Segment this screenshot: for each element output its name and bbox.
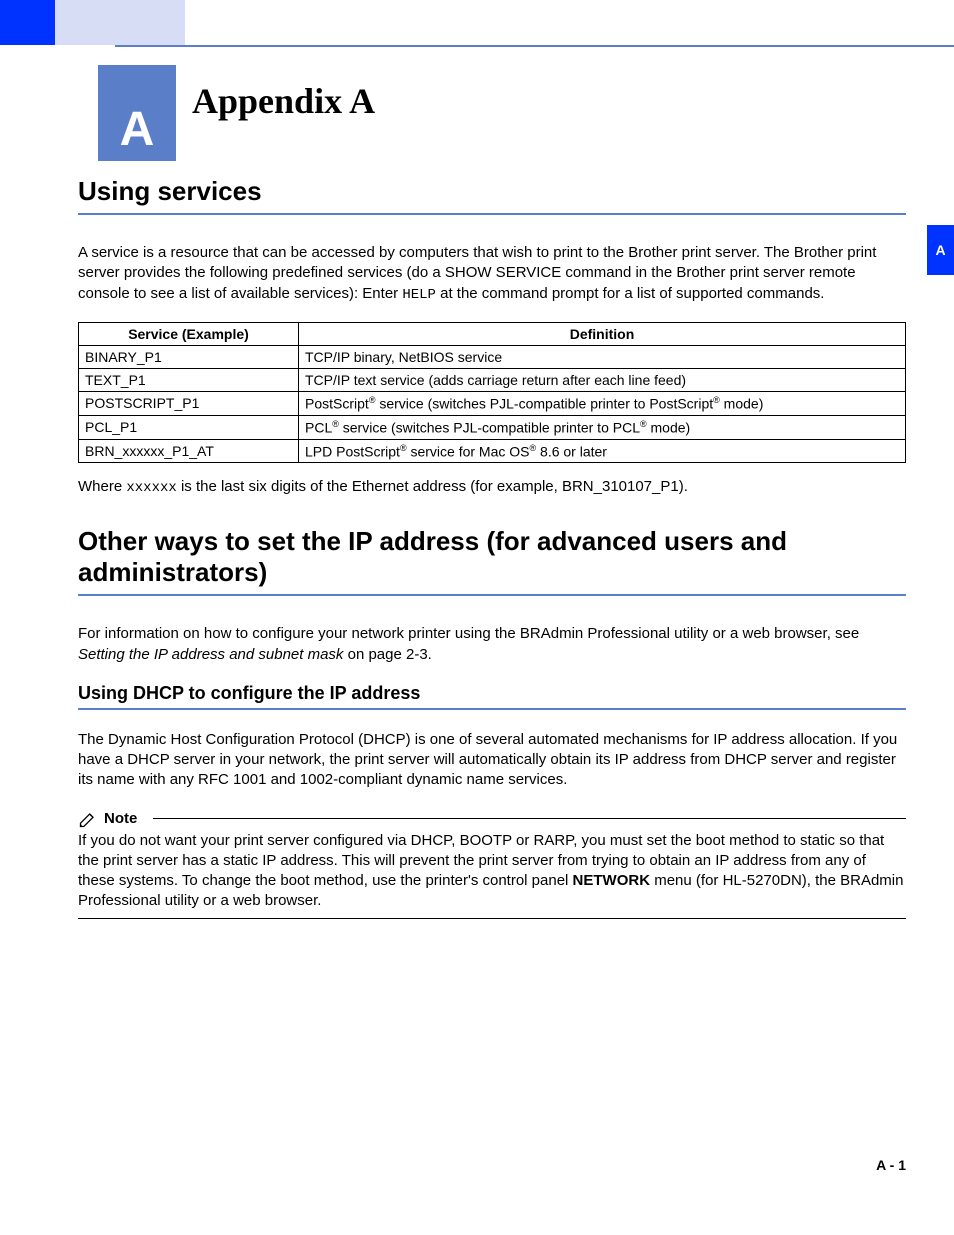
note-block: Note If you do not want your print serve… xyxy=(78,809,906,919)
text: is the last six digits of the Ethernet a… xyxy=(177,478,688,495)
text: For information on how to configure your… xyxy=(78,625,859,642)
table-row: BINARY_P1 TCP/IP binary, NetBIOS service xyxy=(79,346,906,369)
cell-service: BINARY_P1 xyxy=(79,346,299,369)
section-heading-services: Using services xyxy=(78,176,906,207)
table-header-definition: Definition xyxy=(299,323,906,346)
appendix-title: Appendix A xyxy=(192,80,375,122)
page-number: A - 1 xyxy=(876,1157,906,1173)
text: on page 2-3. xyxy=(343,646,431,663)
text-bold-network: NETWORK xyxy=(573,872,651,889)
services-intro-paragraph: A service is a resource that can be acce… xyxy=(78,243,906,304)
table-row: TEXT_P1 TCP/IP text service (adds carria… xyxy=(79,369,906,392)
inline-code-help: HELP xyxy=(402,287,436,303)
text: Where xyxy=(78,478,126,495)
cell-service: TEXT_P1 xyxy=(79,369,299,392)
top-rule xyxy=(115,45,954,47)
cross-reference: Setting the IP address and subnet mask xyxy=(78,646,343,663)
ip-intro-paragraph: For information on how to configure your… xyxy=(78,624,906,665)
note-rule xyxy=(153,818,906,819)
table-row: POSTSCRIPT_P1 PostScript® service (switc… xyxy=(79,392,906,416)
appendix-badge: A xyxy=(98,65,176,161)
cell-definition: TCP/IP text service (adds carriage retur… xyxy=(299,369,906,392)
table-header-row: Service (Example) Definition xyxy=(79,323,906,346)
section-heading-ipaddress: Other ways to set the IP address (for ad… xyxy=(78,526,906,588)
heading-rule xyxy=(78,213,906,215)
page-content: Using services A service is a resource t… xyxy=(78,176,906,919)
cell-definition: TCP/IP binary, NetBIOS service xyxy=(299,346,906,369)
services-table: Service (Example) Definition BINARY_P1 T… xyxy=(78,322,906,463)
heading-rule xyxy=(78,594,906,596)
top-light-decor xyxy=(55,0,185,45)
note-rule-bottom xyxy=(78,918,906,919)
table-row: PCL_P1 PCL® service (switches PJL-compat… xyxy=(79,416,906,440)
cell-definition: PostScript® service (switches PJL-compat… xyxy=(299,392,906,416)
cell-definition: LPD PostScript® service for Mac OS® 8.6 … xyxy=(299,439,906,463)
cell-service: BRN_xxxxxx_P1_AT xyxy=(79,439,299,463)
subheading-rule xyxy=(78,708,906,710)
note-header: Note xyxy=(78,809,906,829)
ethernet-note-paragraph: Where xxxxxx is the last six digits of t… xyxy=(78,477,906,498)
top-blue-decor xyxy=(0,0,55,45)
dhcp-paragraph: The Dynamic Host Configuration Protocol … xyxy=(78,730,906,791)
cell-definition: PCL® service (switches PJL-compatible pr… xyxy=(299,416,906,440)
note-label: Note xyxy=(104,810,137,827)
text: at the command prompt for a list of supp… xyxy=(436,285,825,302)
cell-service: PCL_P1 xyxy=(79,416,299,440)
inline-code-xxxxxx: xxxxxx xyxy=(126,480,176,496)
table-row: BRN_xxxxxx_P1_AT LPD PostScript® service… xyxy=(79,439,906,463)
note-body: If you do not want your print server con… xyxy=(78,831,906,912)
cell-service: POSTSCRIPT_P1 xyxy=(79,392,299,416)
side-tab: A xyxy=(927,225,954,275)
subsection-heading-dhcp: Using DHCP to configure the IP address xyxy=(78,683,906,704)
table-header-service: Service (Example) xyxy=(79,323,299,346)
note-pencil-icon xyxy=(78,809,98,829)
